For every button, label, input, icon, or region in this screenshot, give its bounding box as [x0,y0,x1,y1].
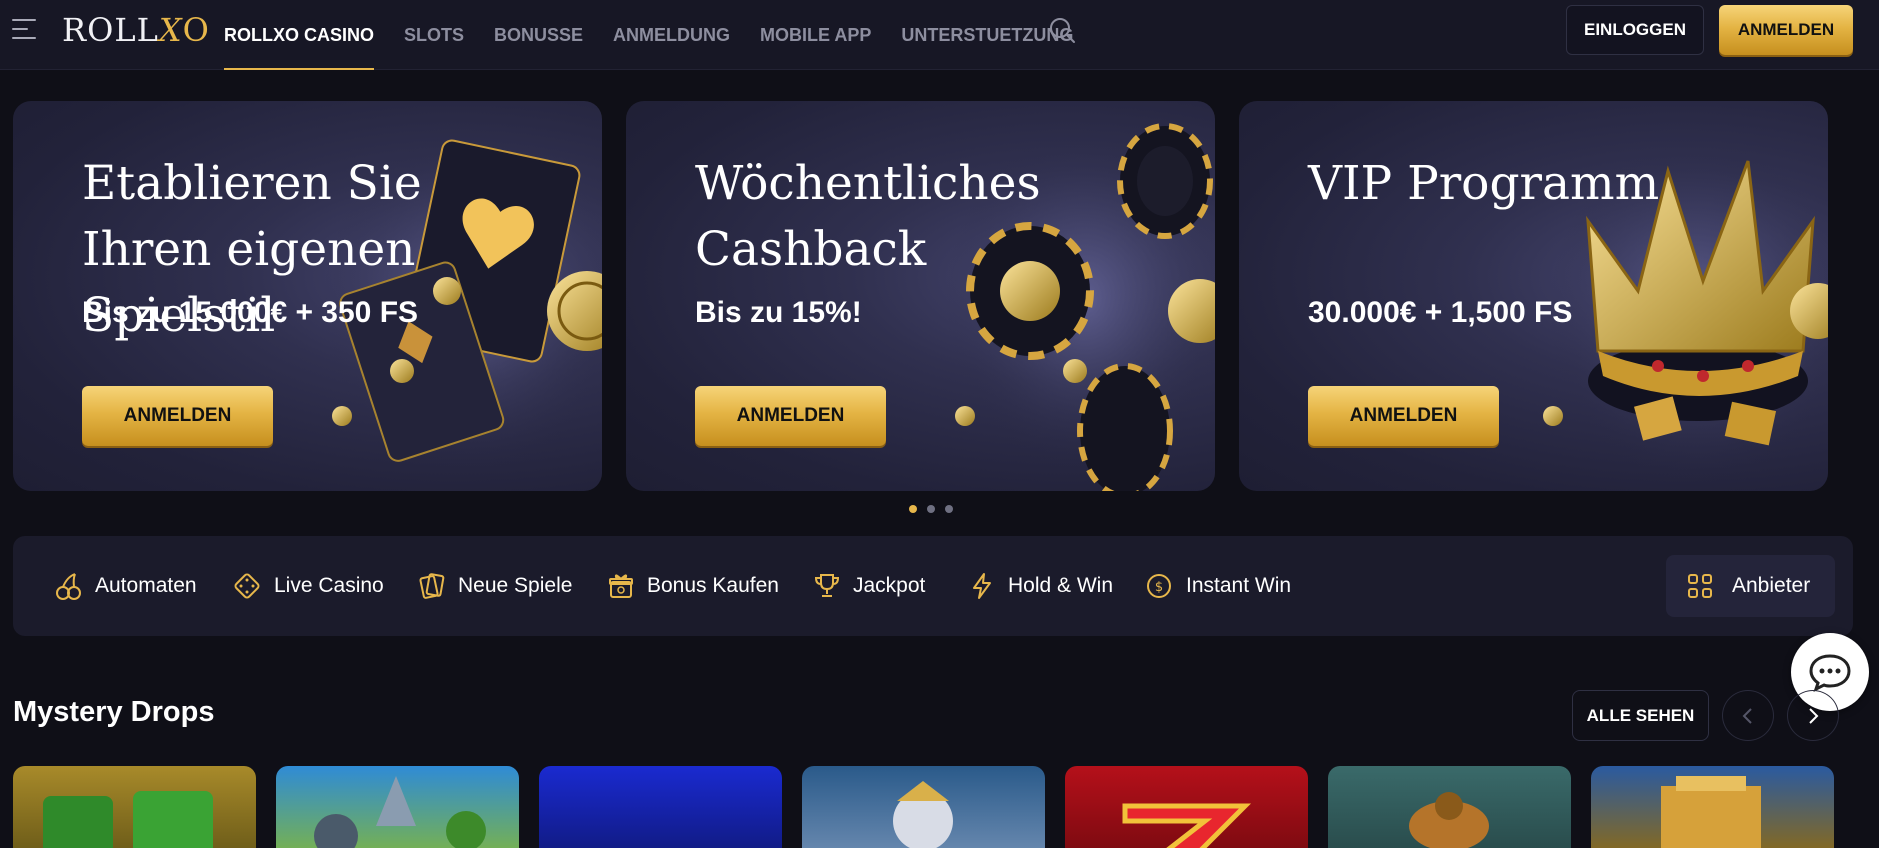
banner-subtitle: Bis zu 15.000€ + 350 FS [82,296,419,329]
category-neue-spiele[interactable]: Neue Spiele [418,536,572,636]
nav-item-slots[interactable]: SLOTS [404,0,464,70]
category-label: Bonus Kaufen [647,574,779,597]
nav-item-rollxo-casino[interactable]: ROLLXO CASINO [224,0,375,70]
nav-item-anmeldung[interactable]: ANMELDUNG [613,0,730,70]
rollxo-logo[interactable]: ROLL X O [62,10,210,50]
promo-banner-vip[interactable]: VIP Programm 30.000€ + 1,500 FS ANMELDEN [1239,101,1828,491]
category-bar: Automaten Live Casino Neue Spiele Bonus … [13,536,1853,636]
promo-banner-welcome[interactable]: Etablieren Sie Ihren eigenen Spielstil B… [13,101,602,491]
game-thumbnail [1661,776,1761,848]
carousel-dot[interactable] [945,505,953,513]
game-tile[interactable] [1065,766,1308,848]
game-thumbnail [1122,803,1252,848]
game-tile[interactable] [276,766,519,848]
see-all-button[interactable]: ALLE SEHEN [1572,690,1709,741]
category-instant-win[interactable]: $ Instant Win [1144,536,1291,636]
carousel-dot[interactable] [909,505,917,513]
banner-title: VIP Programm [1308,156,1660,211]
game-thumbnail [893,781,953,848]
category-label: Jackpot [853,574,926,597]
category-jackpot[interactable]: Jackpot [813,536,925,636]
promo-banner-cashback[interactable]: Wöchentliches Cashback Bis zu 15%! ANMEL… [626,101,1215,491]
nav-item-mobile-app[interactable]: MOBILE APP [760,0,871,70]
banner-register-button[interactable]: ANMELDEN [1308,386,1499,446]
category-bonus-kaufen[interactable]: Bonus Kaufen [607,536,779,636]
search-icon[interactable] [1048,16,1076,44]
banner-register-button[interactable]: ANMELDEN [82,386,273,446]
prev-arrow-button[interactable] [1722,690,1774,741]
category-hold-and-win[interactable]: Hold & Win [968,536,1113,636]
main-nav: ROLLXO CASINO SLOTS BONUSSE ANMELDUNG MO… [224,0,1103,70]
game-thumbnail [43,791,213,848]
game-tile[interactable] [539,766,782,848]
carousel-dot[interactable] [927,505,935,513]
register-button[interactable]: ANMELDEN [1719,5,1853,55]
game-tile[interactable] [13,766,256,848]
nav-item-bonusse[interactable]: BONUSSE [494,0,583,70]
chevron-right-icon [1809,707,1819,724]
game-tile[interactable] [1591,766,1834,848]
chat-icon [1809,654,1851,692]
category-live-casino[interactable]: Live Casino [232,536,384,636]
category-label: Instant Win [1186,574,1292,597]
game-tile[interactable] [1328,766,1571,848]
category-label: Neue Spiele [458,574,573,597]
grid-icon [1688,574,1712,598]
gift-icon [609,574,633,598]
banner-title: Wöchentliches Cashback [695,156,1041,277]
banner-subtitle: Bis zu 15%! [695,296,862,329]
category-label: Hold & Win [1008,574,1114,597]
trophy-icon [814,574,840,597]
banner-register-button[interactable]: ANMELDEN [695,386,886,446]
chevron-left-icon [1742,707,1752,724]
hamburger-menu-icon[interactable] [12,19,40,39]
category-label: Automaten [95,574,197,597]
cards-icon [419,573,445,599]
game-thumbnail [1409,792,1489,848]
game-thumbnail [314,776,486,848]
section-title: Mystery Drops [13,696,215,728]
next-arrow-button[interactable] [1787,690,1839,741]
top-header: ROLL X O ROLLXO CASINO SLOTS BONUSSE ANMEL… [0,0,1879,70]
svg-text:$: $ [1155,580,1163,595]
category-automaten[interactable]: Automaten [55,536,197,636]
lightning-icon [973,573,991,599]
login-button[interactable]: EINLOGGEN [1566,5,1704,55]
providers-label: Anbieter [1732,574,1811,597]
banner-subtitle: 30.000€ + 1,500 FS [1308,296,1573,329]
coin-icon: $ [1147,574,1171,598]
providers-button[interactable]: Anbieter [1666,555,1835,617]
dice-icon [234,573,260,599]
category-label: Live Casino [274,574,384,597]
carousel-dots [909,505,953,513]
game-tile[interactable] [802,766,1045,848]
cherry-icon [56,573,81,600]
